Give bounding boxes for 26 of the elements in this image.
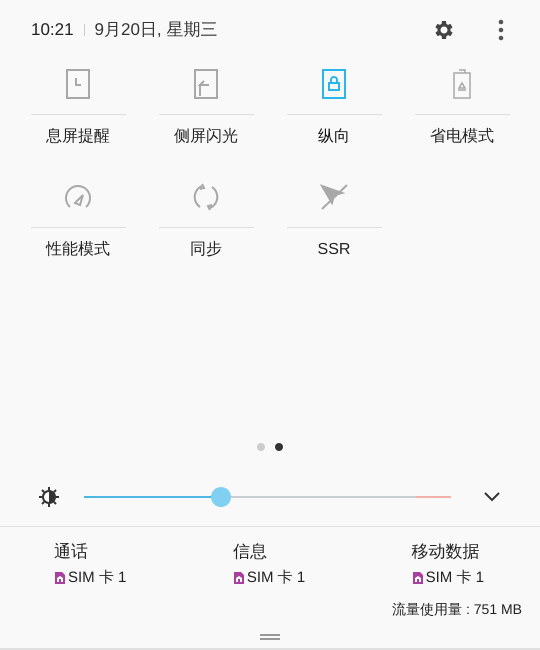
quick-setting-tile[interactable]: SSR xyxy=(270,177,398,262)
sim-setting-label[interactable]: 通话 xyxy=(54,539,126,564)
brightness-icon xyxy=(38,486,60,508)
more-options-icon[interactable] xyxy=(498,18,504,42)
sim-icon xyxy=(232,570,245,585)
quick-setting-tile[interactable]: 侧屏闪光 xyxy=(142,64,270,149)
data-usage-text: 流量使用量 : 751 MB xyxy=(392,600,522,619)
sim-card-name: SIM 卡 1 xyxy=(68,568,126,588)
quick-setting-tile[interactable]: 性能模式 xyxy=(14,177,142,262)
sim-icon xyxy=(412,570,424,585)
clock-time: 10:21 xyxy=(31,19,74,42)
chevron-down-icon[interactable] xyxy=(484,492,500,502)
quick-setting-tile[interactable]: 息屏提醒 xyxy=(14,64,142,149)
sim-icon xyxy=(54,570,66,585)
sim-card-name: SIM 卡 1 xyxy=(246,568,306,588)
drag-handle-icon[interactable] xyxy=(260,634,280,640)
date-text: 9月20日, 星期三 xyxy=(94,19,218,42)
brightness-slider[interactable] xyxy=(84,487,451,507)
clock-screen-icon xyxy=(64,68,92,100)
quick-setting-tile[interactable]: 纵向 xyxy=(270,64,398,149)
sim-card-name: SIM 卡 1 xyxy=(426,568,484,588)
quick-setting-tile[interactable]: 同步 xyxy=(142,177,270,262)
sim-setting-label[interactable]: 信息 xyxy=(232,539,306,564)
quick-setting-tile[interactable]: 省电模式 xyxy=(398,64,526,149)
lock-screen-icon xyxy=(320,68,348,100)
sim-setting-label[interactable]: 移动数据 xyxy=(412,539,484,564)
